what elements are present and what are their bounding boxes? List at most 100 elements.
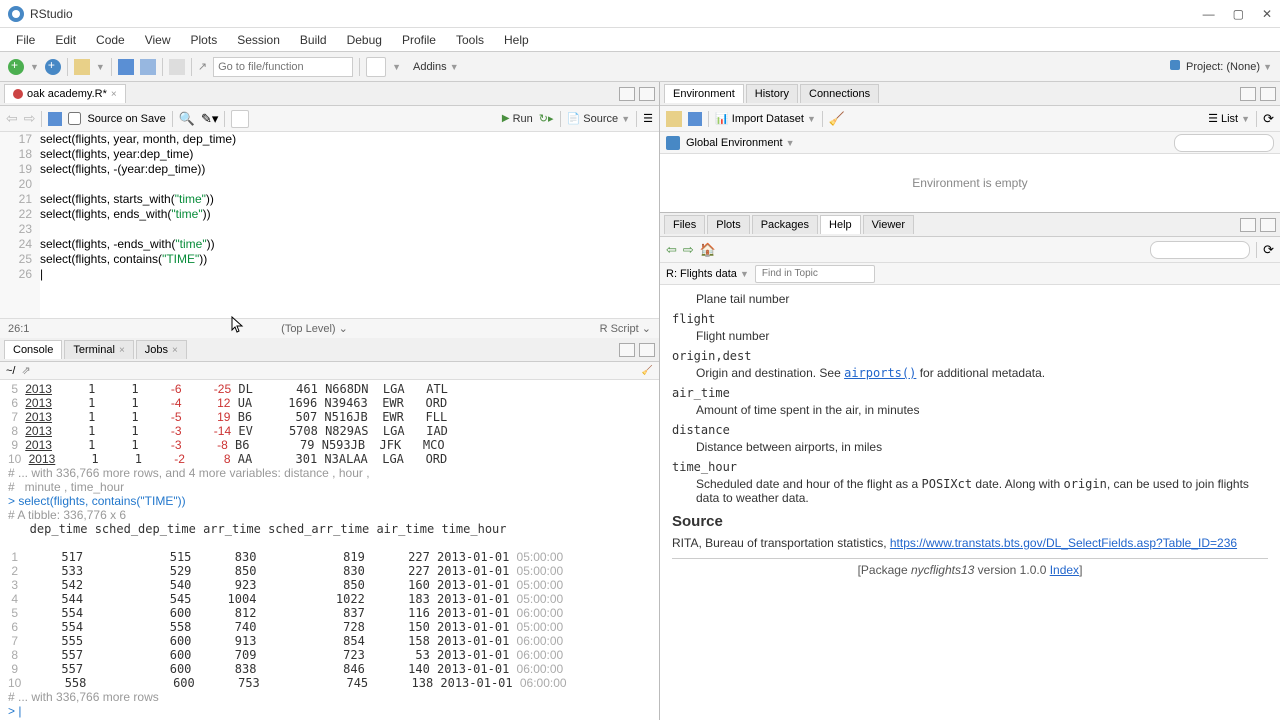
rerun-icon[interactable]: ↻▸ bbox=[539, 112, 554, 125]
minimize-pane-icon[interactable] bbox=[1240, 218, 1256, 232]
code-editor[interactable]: 17181920212223242526 select(flights, yea… bbox=[0, 132, 659, 318]
forward-icon[interactable]: ⇨ bbox=[24, 110, 36, 127]
new-file-icon[interactable] bbox=[8, 59, 24, 75]
env-tabrow: Environment History Connections bbox=[660, 82, 1280, 106]
close-button[interactable]: ✕ bbox=[1262, 7, 1272, 21]
r-icon bbox=[666, 136, 680, 150]
working-dir: ~/ bbox=[6, 365, 15, 377]
help-search-input[interactable] bbox=[1150, 241, 1250, 259]
menu-debug[interactable]: Debug bbox=[339, 31, 390, 49]
view-mode-selector[interactable]: ☰ List ▼ bbox=[1208, 112, 1250, 125]
save-icon[interactable] bbox=[48, 112, 62, 126]
app-title: RStudio bbox=[30, 7, 73, 21]
open-file-icon[interactable] bbox=[74, 59, 90, 75]
console-toolbar: ~/ ⇗ 🧹 bbox=[0, 362, 659, 380]
close-tab-icon[interactable]: × bbox=[111, 89, 117, 100]
main-toolbar: ▼ ▼ ↗ ▼ Addins ▼ Project: (None) ▼ bbox=[0, 52, 1280, 82]
titlebar: RStudio — ▢ ✕ bbox=[0, 0, 1280, 28]
maximize-pane-icon[interactable] bbox=[639, 87, 655, 101]
env-search-input[interactable] bbox=[1174, 134, 1274, 152]
source-on-save-label: Source on Save bbox=[87, 113, 165, 125]
maximize-pane-icon[interactable] bbox=[1260, 218, 1276, 232]
browse-dir-icon[interactable]: ⇗ bbox=[21, 364, 30, 377]
source-tabrow: oak academy.R* × bbox=[0, 82, 659, 106]
menu-plots[interactable]: Plots bbox=[183, 31, 226, 49]
save-all-icon[interactable] bbox=[140, 59, 156, 75]
environment-tab[interactable]: Environment bbox=[664, 84, 744, 103]
help-toolbar: ⇦ ⇨ 🏠 ⟳ bbox=[660, 237, 1280, 263]
menu-profile[interactable]: Profile bbox=[394, 31, 444, 49]
clear-env-icon[interactable]: 🧹 bbox=[829, 111, 845, 127]
minimize-pane-icon[interactable] bbox=[619, 87, 635, 101]
find-in-topic-input[interactable] bbox=[755, 265, 875, 283]
home-icon[interactable]: 🏠 bbox=[700, 242, 716, 258]
outline-icon[interactable]: ☰ bbox=[643, 112, 653, 125]
print-icon[interactable] bbox=[169, 59, 185, 75]
menu-code[interactable]: Code bbox=[88, 31, 133, 49]
terminal-tab[interactable]: Terminal × bbox=[64, 340, 133, 359]
rstudio-logo-icon bbox=[8, 6, 24, 22]
addins-menu[interactable]: Addins ▼ bbox=[407, 59, 465, 75]
back-icon[interactable]: ⇦ bbox=[6, 110, 18, 127]
import-dataset-button[interactable]: 📊 Import Dataset ▼ bbox=[715, 112, 816, 125]
goto-file-input[interactable] bbox=[213, 57, 353, 77]
save-ws-icon[interactable] bbox=[688, 112, 702, 126]
maximize-pane-icon[interactable] bbox=[639, 343, 655, 357]
help-tab[interactable]: Help bbox=[820, 215, 861, 234]
new-project-icon[interactable] bbox=[45, 59, 61, 75]
scope-selector[interactable]: (Top Level) ⌄ bbox=[281, 322, 348, 335]
minimize-button[interactable]: — bbox=[1203, 7, 1215, 21]
menu-tools[interactable]: Tools bbox=[448, 31, 492, 49]
env-scope-selector[interactable]: Global Environment ▼ bbox=[686, 137, 795, 149]
menu-edit[interactable]: Edit bbox=[47, 31, 84, 49]
help-topic-selector[interactable]: R: Flights data ▼ bbox=[666, 268, 749, 280]
source-on-save-checkbox[interactable] bbox=[68, 112, 81, 125]
run-button[interactable]: Run bbox=[502, 113, 533, 125]
menu-file[interactable]: File bbox=[8, 31, 43, 49]
help-content[interactable]: Plane tail numberflightFlight numberorig… bbox=[660, 285, 1280, 720]
help-topic-bar: R: Flights data ▼ bbox=[660, 263, 1280, 285]
plots-tab[interactable]: Plots bbox=[707, 215, 749, 234]
env-toolbar: 📊 Import Dataset ▼ 🧹 ☰ List ▼ ⟳ bbox=[660, 106, 1280, 132]
menu-view[interactable]: View bbox=[137, 31, 179, 49]
minimize-pane-icon[interactable] bbox=[619, 343, 635, 357]
r-file-icon bbox=[13, 89, 23, 99]
jobs-tab[interactable]: Jobs × bbox=[136, 340, 187, 359]
history-tab[interactable]: History bbox=[746, 84, 798, 103]
load-ws-icon[interactable] bbox=[666, 111, 682, 127]
project-selector[interactable]: Project: (None) ▼ bbox=[1170, 60, 1272, 73]
menubar: FileEditCodeViewPlotsSessionBuildDebugPr… bbox=[0, 28, 1280, 52]
back-icon[interactable]: ⇦ bbox=[666, 242, 677, 258]
minimize-pane-icon[interactable] bbox=[1240, 87, 1256, 101]
forward-icon[interactable]: ⇨ bbox=[683, 242, 694, 258]
env-scope-bar: Global Environment ▼ bbox=[660, 132, 1280, 154]
menu-help[interactable]: Help bbox=[496, 31, 537, 49]
help-tabrow: Files Plots Packages Help Viewer bbox=[660, 213, 1280, 237]
maximize-pane-icon[interactable] bbox=[1260, 87, 1276, 101]
source-button[interactable]: 📄 Source ▼ bbox=[567, 112, 631, 125]
find-icon[interactable]: 🔍 bbox=[179, 111, 195, 127]
wand-icon[interactable]: ✎▾ bbox=[201, 111, 218, 127]
save-icon[interactable] bbox=[118, 59, 134, 75]
packages-tab[interactable]: Packages bbox=[752, 215, 818, 234]
env-empty-message: Environment is empty bbox=[660, 154, 1280, 212]
viewer-tab[interactable]: Viewer bbox=[863, 215, 914, 234]
menu-build[interactable]: Build bbox=[292, 31, 335, 49]
clear-console-icon[interactable]: 🧹 bbox=[642, 365, 653, 376]
dropdown-icon[interactable]: ▼ bbox=[30, 62, 39, 72]
connections-tab[interactable]: Connections bbox=[800, 84, 879, 103]
source-tab[interactable]: oak academy.R* × bbox=[4, 84, 126, 103]
file-type-selector[interactable]: R Script ⌄ bbox=[600, 322, 651, 335]
files-tab[interactable]: Files bbox=[664, 215, 705, 234]
grid-icon[interactable] bbox=[366, 57, 386, 77]
dropdown-icon[interactable]: ▼ bbox=[392, 62, 401, 72]
refresh-icon[interactable]: ⟳ bbox=[1263, 111, 1274, 127]
refresh-icon[interactable]: ⟳ bbox=[1263, 242, 1274, 258]
report-icon[interactable] bbox=[231, 110, 249, 128]
maximize-button[interactable]: ▢ bbox=[1233, 7, 1244, 21]
console-output[interactable]: 5 2013 1 1 -6 -25 DL 461 N668DN LGA ATL … bbox=[0, 380, 659, 720]
menu-session[interactable]: Session bbox=[229, 31, 288, 49]
console-tab[interactable]: Console bbox=[4, 340, 62, 359]
dropdown-icon[interactable]: ▼ bbox=[96, 62, 105, 72]
cursor-position: 26:1 bbox=[8, 323, 29, 335]
